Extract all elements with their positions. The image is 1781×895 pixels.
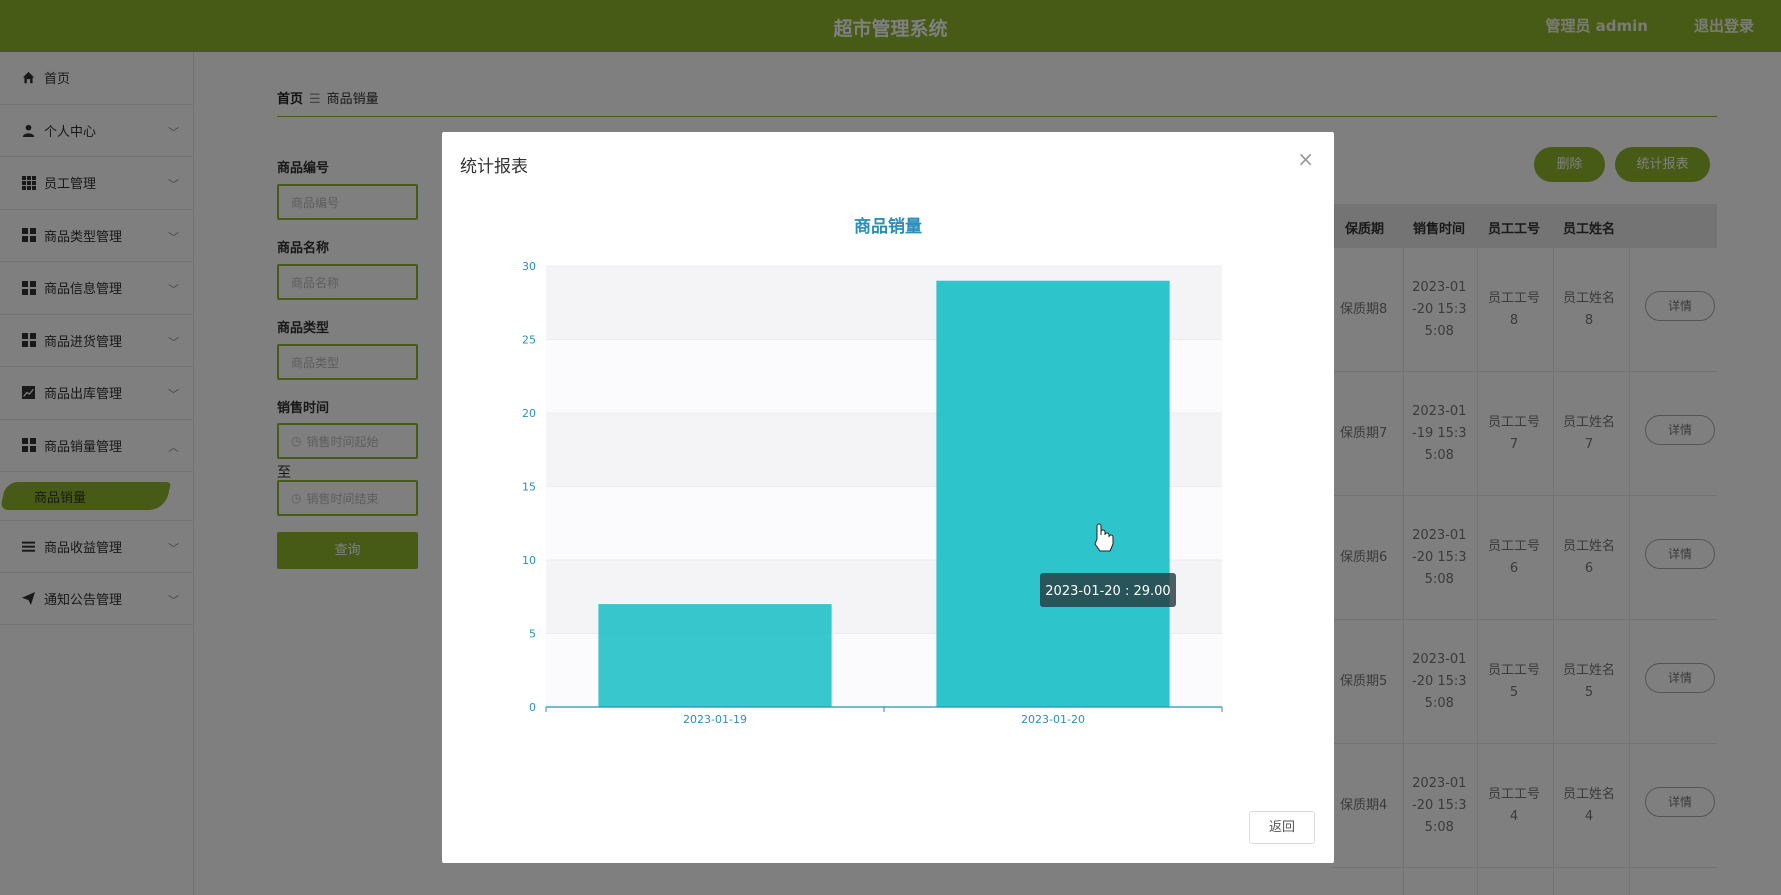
y-tick-label: 15 (522, 481, 536, 494)
back-button[interactable]: 返回 (1249, 811, 1315, 844)
x-tick-label: 2023-01-20 (1021, 713, 1085, 726)
report-dialog: 统计报表 × 商品销量 0 5 10 15 20 25 30 2023-01-19 2023-0… (442, 132, 1334, 863)
bar (598, 604, 832, 707)
y-tick-label: 30 (522, 260, 536, 273)
y-tick-label: 5 (529, 628, 536, 641)
y-tick-label: 0 (529, 701, 536, 714)
y-tick-label: 20 (522, 407, 536, 420)
sales-bar-chart: 0 5 10 15 20 25 30 2023-01-19 2023-01-20 2023-01-… (522, 260, 1223, 726)
chart-tooltip-text: 2023-01-20 : 29.00 (1045, 584, 1170, 599)
x-tick-label: 2023-01-19 (683, 713, 747, 726)
bar (936, 280, 1170, 707)
y-tick-label: 10 (522, 554, 536, 567)
y-tick-label: 25 (522, 334, 536, 347)
